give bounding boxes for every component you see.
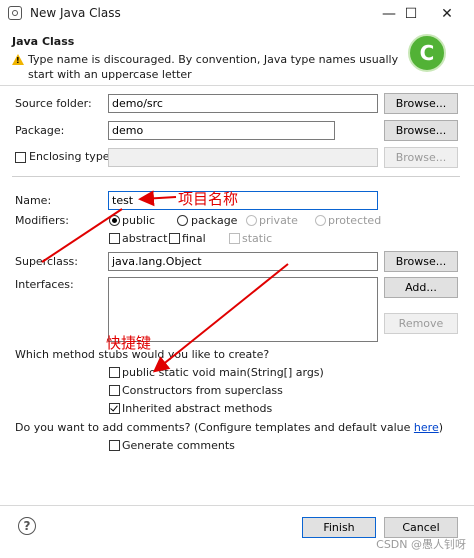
add-interface-button[interactable]: Add... [384,277,458,298]
package-label: Package: [15,124,65,137]
modifier-final-checkbox[interactable] [169,233,180,244]
annotation-shortcut-note: 快捷键 [106,334,152,352]
modifier-private-label: private [259,214,298,227]
modifier-abstract-checkbox[interactable] [109,233,120,244]
stub-main-label: public static void main(String[] args) [122,366,324,379]
warning-icon: ! [12,54,24,65]
annotation-name-note: 项目名称 [178,190,239,208]
stub-inherited-checkbox[interactable] [109,403,120,414]
remove-interface-button: Remove [384,313,458,334]
footer-separator [0,505,474,506]
enclosing-type-label: Enclosing type: [29,150,114,163]
wizard-header: Java Class ! Type name is discouraged. B… [0,27,474,86]
modifier-protected-radio [315,215,326,226]
modifier-abstract-label: abstract [122,232,168,245]
eclipse-app-icon [8,6,22,20]
configure-templates-link[interactable]: here [414,421,439,434]
name-input[interactable]: test [108,191,378,210]
java-class-banner-icon: C [408,34,446,72]
source-folder-browse-button[interactable]: Browse... [384,93,458,114]
modifiers-label: Modifiers: [15,214,69,227]
watermark: CSDN @愚人钊呀 [376,538,466,551]
new-java-class-dialog: New Java Class — ☐ ✕ Java Class ! Type n… [0,0,474,558]
modifier-protected-label: protected [328,214,382,227]
stub-constructors-label: Constructors from superclass [122,384,283,397]
modifier-package-radio[interactable] [177,215,188,226]
help-icon[interactable]: ? [18,517,36,535]
separator [12,176,460,177]
source-folder-input[interactable]: demo/src [108,94,378,113]
maximize-button[interactable]: ☐ [394,0,428,27]
stub-constructors-checkbox[interactable] [109,385,120,396]
modifier-private-radio [246,215,257,226]
enclosing-type-browse-button: Browse... [384,147,458,168]
package-browse-button[interactable]: Browse... [384,120,458,141]
name-label: Name: [15,194,52,207]
modifier-package-label: package [191,214,238,227]
window-title: New Java Class [30,6,121,20]
comments-question-prefix: Do you want to add comments? (Configure … [15,421,414,434]
title-bar: New Java Class — ☐ ✕ [0,0,474,27]
modifier-public-radio[interactable] [109,215,120,226]
modifier-static-label: static [242,232,273,245]
generate-comments-checkbox[interactable] [109,440,120,451]
interfaces-label: Interfaces: [15,278,74,291]
superclass-label: Superclass: [15,255,78,268]
comments-question: Do you want to add comments? (Configure … [15,421,443,434]
warning-message: Type name is discouraged. By convention,… [28,53,399,81]
modifier-static-checkbox [229,233,240,244]
wizard-title: Java Class [12,35,75,48]
finish-button[interactable]: Finish [302,517,376,538]
superclass-browse-button[interactable]: Browse... [384,251,458,272]
enclosing-type-checkbox[interactable] [15,152,26,163]
stub-main-checkbox[interactable] [109,367,120,378]
generate-comments-label: Generate comments [122,439,235,452]
source-folder-label: Source folder: [15,97,92,110]
package-input[interactable]: demo [108,121,335,140]
enclosing-type-input [108,148,378,167]
comments-question-suffix: ) [438,421,444,434]
close-button[interactable]: ✕ [430,0,464,27]
modifier-final-label: final [182,232,206,245]
cancel-button[interactable]: Cancel [384,517,458,538]
stub-inherited-label: Inherited abstract methods [122,402,273,415]
superclass-input[interactable]: java.lang.Object [108,252,378,271]
modifier-public-label: public [122,214,156,227]
